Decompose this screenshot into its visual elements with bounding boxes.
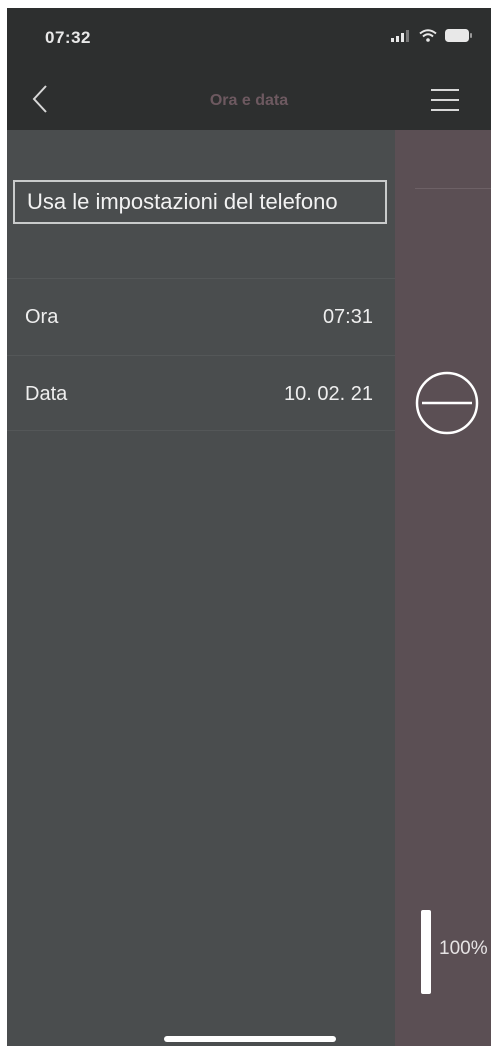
side-panel: 100% bbox=[395, 130, 491, 1046]
signal-icon bbox=[391, 29, 411, 47]
status-icons bbox=[391, 29, 473, 47]
divider bbox=[7, 355, 395, 356]
divider bbox=[7, 430, 395, 431]
phone-screen: 07:32 Ora e data Usa le impostazioni del… bbox=[7, 8, 491, 1046]
use-phone-settings-button[interactable]: Usa le impostazioni del telefono bbox=[13, 180, 387, 224]
divider bbox=[7, 278, 395, 279]
side-panel-divider bbox=[415, 188, 491, 189]
minus-circle-icon bbox=[414, 371, 480, 440]
home-indicator[interactable] bbox=[164, 1036, 336, 1042]
level-text: 100% bbox=[439, 938, 488, 959]
status-bar: 07:32 bbox=[7, 8, 491, 72]
battery-icon bbox=[445, 29, 473, 47]
time-value: 07:31 bbox=[322, 306, 373, 328]
level-bar[interactable] bbox=[421, 910, 431, 994]
page-title: Ora e data bbox=[209, 92, 289, 109]
settings-panel: Usa le impostazioni del telefono Ora 07:… bbox=[7, 130, 395, 1046]
time-row[interactable]: Ora 07:31 bbox=[7, 280, 395, 354]
nav-bar: Ora e data bbox=[7, 72, 491, 130]
remove-button[interactable] bbox=[414, 370, 480, 436]
status-time: 07:32 bbox=[45, 28, 91, 47]
time-label: Ora bbox=[25, 306, 59, 328]
date-row[interactable]: Data 10. 02. 21 bbox=[7, 357, 395, 431]
date-value: 10. 02. 21 bbox=[284, 383, 373, 405]
menu-button[interactable] bbox=[427, 84, 463, 120]
hamburger-menu-icon bbox=[431, 87, 459, 118]
wifi-icon bbox=[419, 29, 437, 47]
date-label: Data bbox=[25, 383, 68, 405]
